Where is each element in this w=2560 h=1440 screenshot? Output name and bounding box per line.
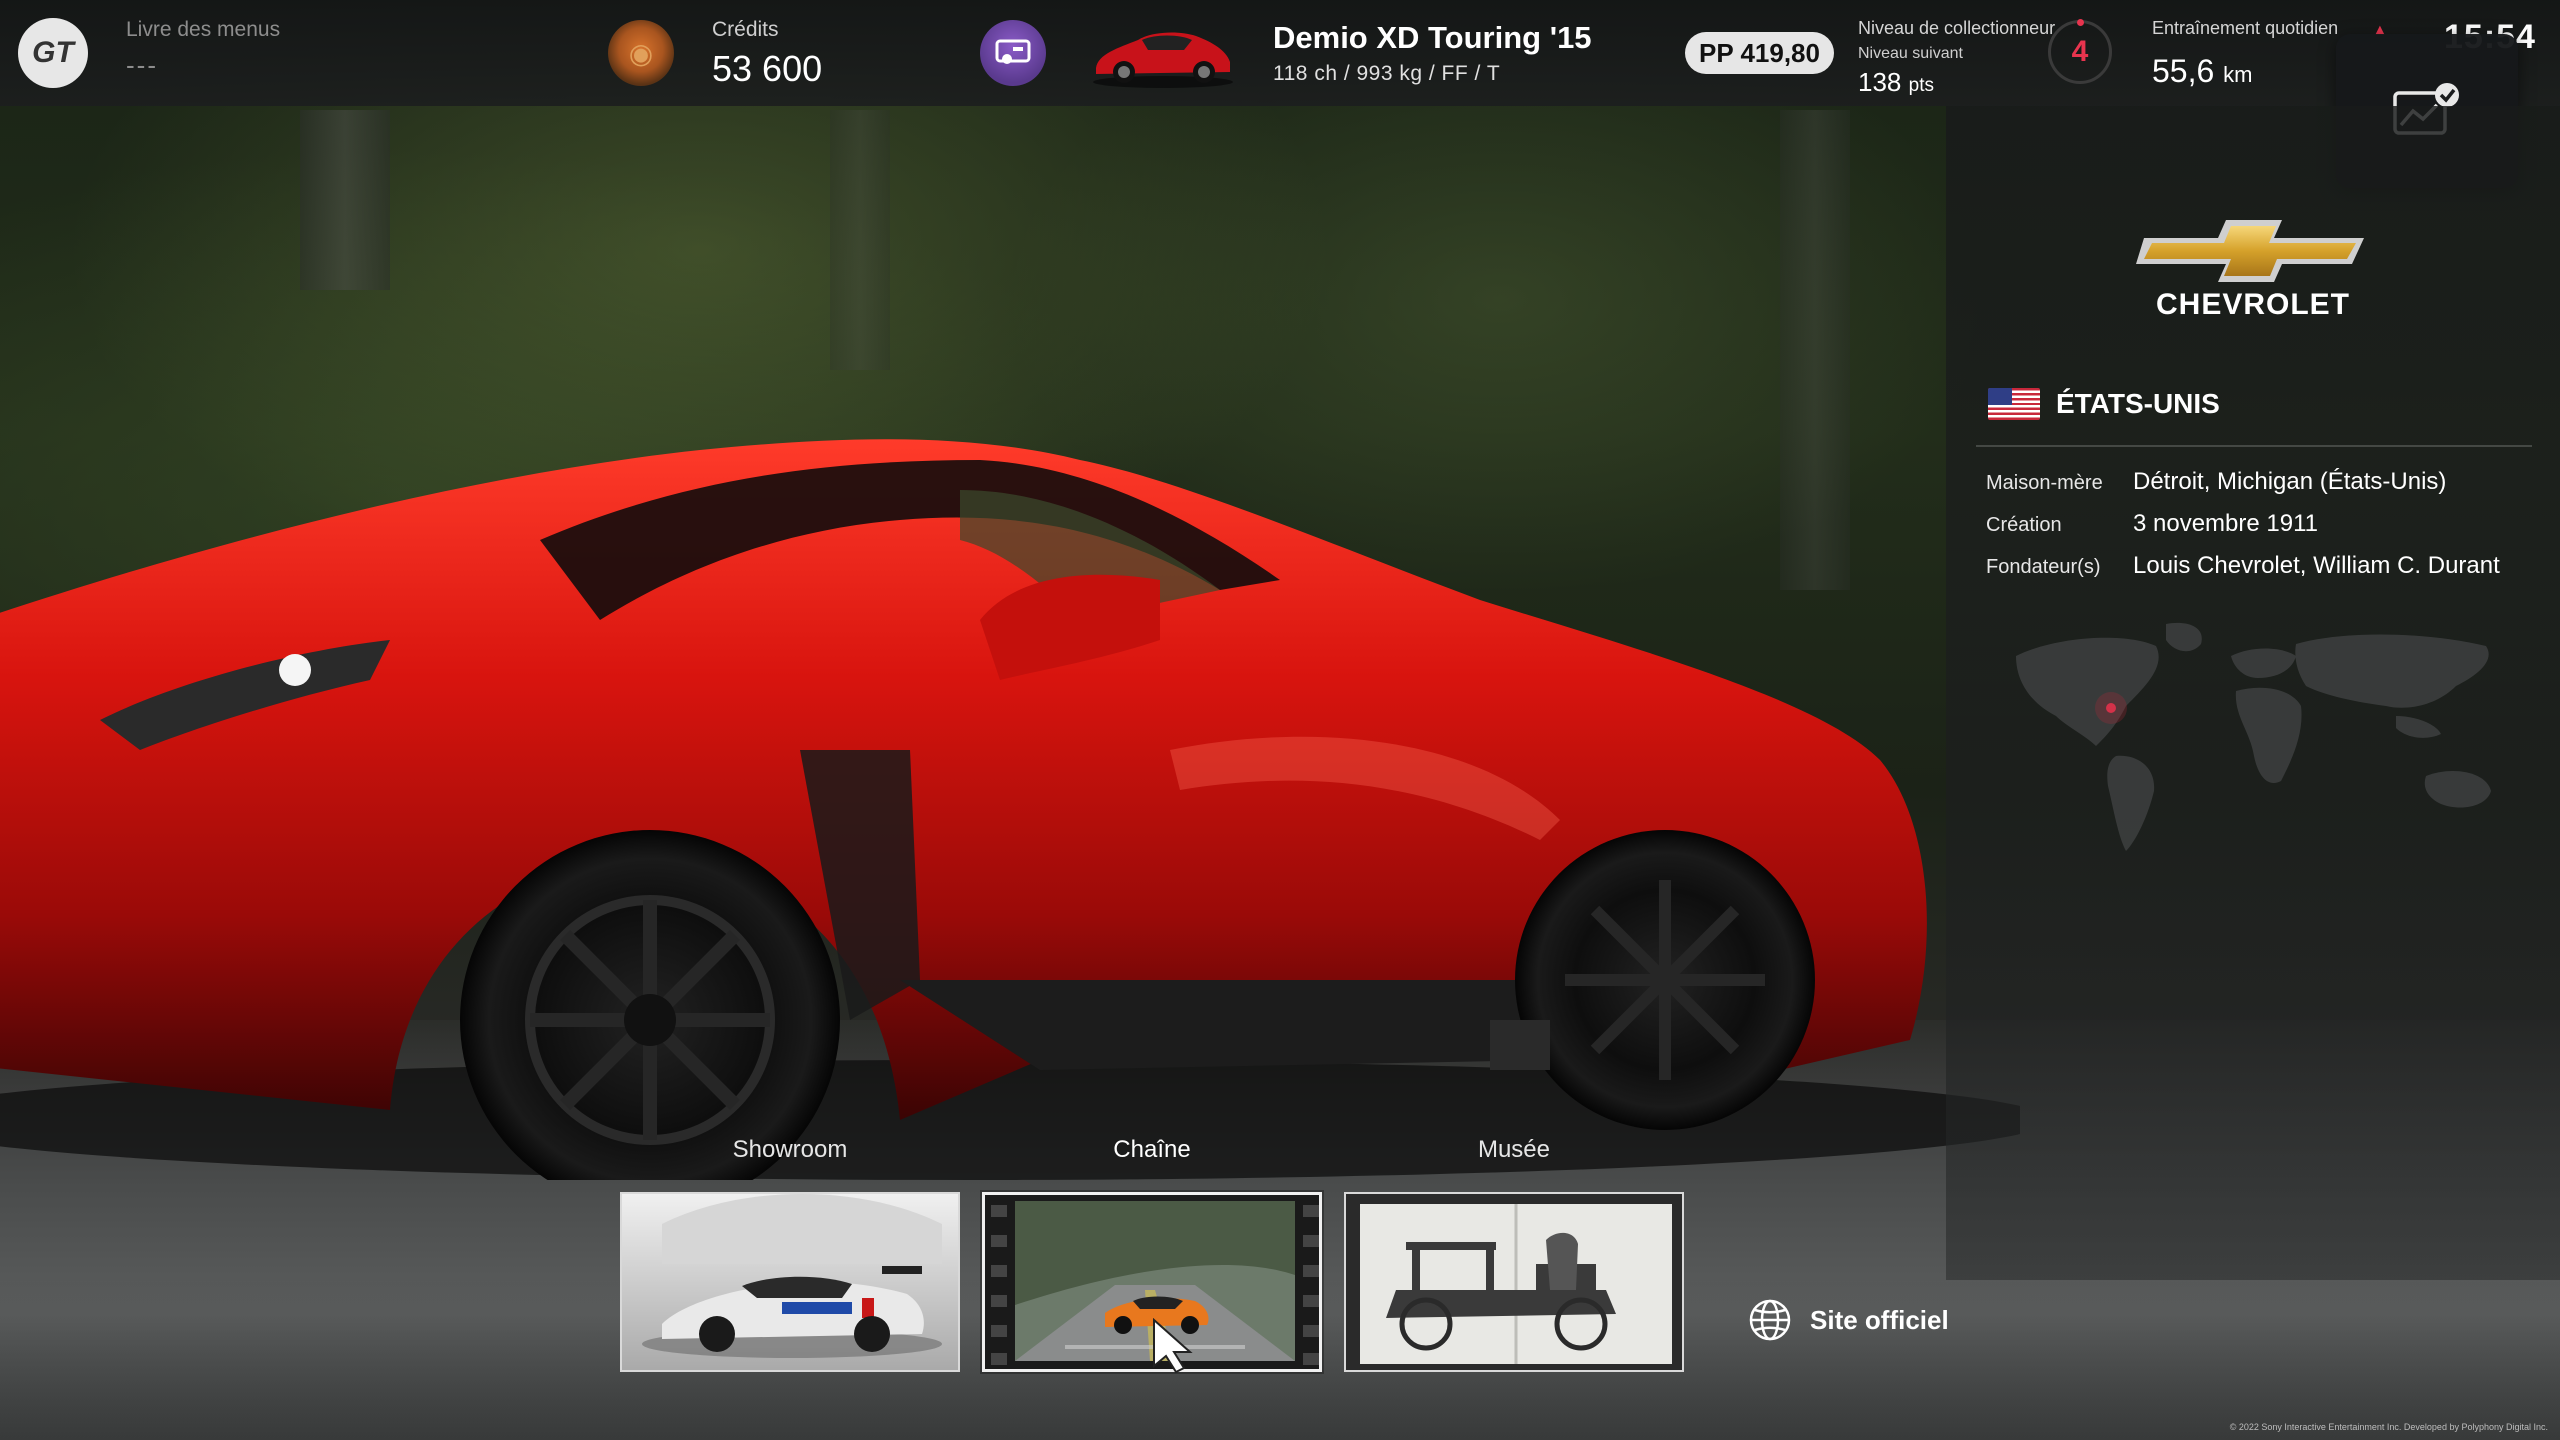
copyright-notice: © 2022 Sony Interactive Entertainment In… [2229,1422,2548,1432]
gt-logo-icon[interactable]: GT [18,18,88,88]
world-map [1996,616,2516,866]
collector-level-ring: 4 [2048,19,2112,84]
tab-musee[interactable] [1344,1192,1684,1372]
cursor-pointer-icon [1153,1318,1193,1374]
info-row-founded: Création 3 novembre 1911 [1986,510,2318,538]
tree-trunk [830,110,890,370]
menu-book-value: --- [126,50,158,80]
performance-points-badge: PP 419,80 [1685,32,1834,74]
tab-showroom-label: Showroom [732,1136,848,1163]
credits-value: 53 600 [712,48,823,89]
info-row-headquarters: Maison-mère Détroit, Michigan (États-Uni… [1986,468,2446,496]
info-value: Louis Chevrolet, William C. Durant [2133,552,2500,579]
garage-icon[interactable] [980,20,1046,86]
credits-label: Crédits [712,18,779,41]
tree-trunk [300,110,390,290]
daily-distance: 55,6 km [2152,53,2338,90]
tab-showroom[interactable] [620,1192,960,1372]
current-car-name: Demio XD Touring '15 [1273,20,1592,55]
us-flag-icon [1988,388,2040,420]
brand-country: ÉTATS-UNIS [1988,388,2220,420]
collector-level: Niveau de collectionneur Niveau suivant … [1858,18,2055,98]
divider [1976,445,2532,447]
daily-workout: Entraînement quotidien 55,6 km [2152,18,2338,90]
top-status-bar: GT Livre des menus --- ◉ Crédits 53 600 … [0,0,2560,106]
collector-next-value: 138 [1858,67,1902,97]
collector-next-points: 138 pts [1858,67,2055,98]
current-car-thumbnail[interactable] [1088,18,1238,90]
collector-next-unit: pts [1908,75,1934,96]
tab-musee-label: Musée [1477,1136,1551,1163]
info-key: Maison-mère [1986,472,2103,494]
current-car-specs: 118 ch / 993 kg / FF / T [1273,62,1501,85]
menu-book-label: Livre des menus [126,18,281,41]
daily-label: Entraînement quotidien [2152,18,2339,38]
collector-label: Niveau de collectionneur [1858,18,2056,38]
info-value: Détroit, Michigan (États-Unis) [2133,468,2447,495]
menu-book[interactable]: Livre des menus --- [126,18,280,81]
featured-car [0,420,2050,1210]
info-key: Création [1986,514,2062,536]
globe-icon [1749,1299,1791,1341]
brand-info-panel: CHEVROLET ÉTATS-UNIS Maison-mère Détroit… [1946,106,2560,1280]
daily-value: 55,6 [2152,53,2215,89]
official-site-label: Site officiel [1810,1304,1949,1335]
daily-unit: km [2223,62,2253,87]
credits: Crédits 53 600 [712,18,822,90]
info-value: 3 novembre 1911 [2133,510,2319,537]
brand-name: CHEVROLET [2155,288,2350,321]
official-site-link[interactable]: Site officiel [1748,1298,1949,1342]
collector-next-label: Niveau suivant [1858,45,1963,62]
credits-coin-icon: ◉ [608,20,674,86]
country-name: ÉTATS-UNIS [2056,388,2220,419]
info-row-founders: Fondateur(s) Louis Chevrolet, William C.… [1986,552,2500,580]
info-key: Fondateur(s) [1986,556,2101,578]
tab-chaine-label: Chaîne [1113,1136,1191,1163]
